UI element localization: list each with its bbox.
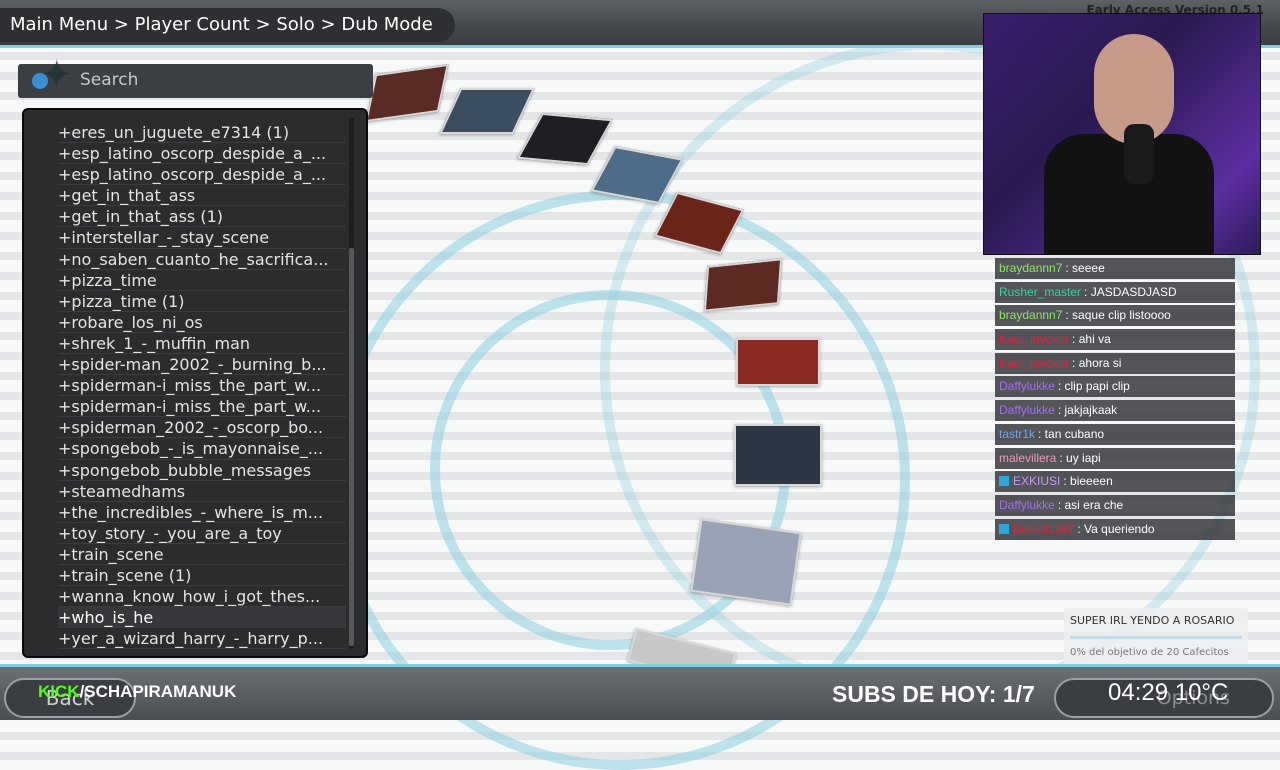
goal-subtitle: 0% del objetivo de 20 Cafecitos — [1070, 647, 1229, 658]
donation-goal-widget: SUPER IRL YENDO A ROSARIO 0% del objetiv… — [1064, 608, 1248, 666]
song-list-item[interactable]: +get_in_that_ass (1) — [58, 206, 346, 228]
breadcrumb: Main Menu > Player Count > Solo > Dub Mo… — [0, 8, 455, 42]
chat-username: malevillera — [999, 450, 1057, 465]
webcam-overlay — [983, 13, 1261, 255]
song-list-item[interactable]: +no_saben_cuanto_he_sacrifica... — [58, 249, 346, 270]
chat-message: Rusher_master: JASDASDJASD — [995, 281, 1235, 303]
song-list-item[interactable]: +spongebob_bubble_messages — [58, 460, 346, 481]
song-list-item[interactable]: +spider-man_2002_-_burning_b... — [58, 354, 346, 376]
chat-message: malevillera: uy iapi — [995, 447, 1235, 469]
chat-text: : ahora si — [1072, 355, 1122, 370]
song-list-item[interactable]: +spiderman_2002_-_oscorp_bo... — [58, 417, 346, 439]
chat-message: EXKIUSI: bieeeen — [995, 471, 1235, 493]
chat-username: Rusher_master — [999, 284, 1082, 299]
chat-badge-icon — [999, 476, 1009, 487]
song-list-item[interactable]: +toy_story_-_you_are_a_toy — [58, 523, 346, 544]
song-list: +eres_un_juguete_e7314 (1) +esp_latino_os… — [58, 122, 346, 650]
chat-username: Darkel1987 — [1013, 521, 1075, 536]
song-list-item[interactable]: +the_incredibles_-_where_is_m... — [58, 502, 346, 523]
album-tile[interactable] — [703, 258, 783, 312]
song-list-item[interactable]: +shrek_1_-_muffin_man — [58, 333, 346, 355]
song-list-item[interactable]: +who_is_he — [58, 607, 346, 629]
chat-username: Kael_Invoker — [999, 332, 1070, 347]
chat-text: : jakjajkaak — [1057, 403, 1118, 418]
song-list-item[interactable]: +steamedhams — [58, 481, 346, 502]
chat-message: Daffylukke: asi era che — [995, 494, 1235, 516]
mascot-icon: ✦ — [40, 52, 74, 98]
album-tile[interactable] — [439, 88, 535, 134]
chat-text: : saque clip listoooo — [1065, 308, 1171, 323]
kick-channel-name: /SCHAPIRAMANUK — [79, 682, 237, 701]
chat-text: : Va queriendo — [1077, 521, 1155, 536]
chat-message: braydannn7: saque clip listoooo — [995, 305, 1235, 327]
kick-logo: KICK — [38, 682, 80, 701]
chat-badge-icon — [999, 523, 1009, 534]
chat-message: Darkel1987: Va queriendo — [995, 518, 1235, 540]
song-list-item[interactable]: +train_scene — [58, 544, 346, 565]
goal-progress-bar — [1070, 636, 1242, 639]
song-list-item[interactable]: +interstellar_-_stay_scene — [58, 227, 346, 249]
scrollbar-thumb[interactable] — [349, 248, 354, 646]
album-tile[interactable] — [734, 424, 822, 486]
clock-weather: 04:29 10°C — [1108, 679, 1229, 706]
goal-title: SUPER IRL YENDO A ROSARIO — [1070, 614, 1235, 627]
song-list-panel: +eres_un_juguete_e7314 (1) +esp_latino_os… — [22, 108, 368, 658]
chat-text: : ahi va — [1072, 332, 1111, 347]
song-list-item[interactable]: +esp_latino_oscorp_despide_a_... — [58, 143, 346, 165]
album-tile[interactable] — [365, 63, 449, 123]
chat-username: braydannn7 — [999, 308, 1063, 323]
subs-counter: SUBS DE HOY: 1/7 — [832, 681, 1035, 707]
song-list-item[interactable]: +eres_un_juguete_e7314 (1) — [58, 122, 346, 144]
song-list-item[interactable]: +yer_a_wizard_harry_-_harry_p... — [58, 628, 346, 650]
chat-message: tastr1k: tan cubano — [995, 423, 1235, 445]
album-tile[interactable] — [516, 112, 614, 166]
song-list-item[interactable]: +spiderman-i_miss_the_part_w... — [58, 396, 346, 418]
chat-text: : asi era che — [1057, 497, 1124, 512]
chat-username: tastr1k — [999, 426, 1036, 441]
song-list-item[interactable]: +spongebob_-_is_mayonnaise_... — [58, 438, 346, 460]
chat-message: braydannn7: seeee — [995, 258, 1235, 279]
chat-message: Daffylukke: jakjajkaak — [995, 400, 1235, 422]
chat-username: Daffylukke — [999, 403, 1055, 418]
song-list-item[interactable]: +get_in_that_ass — [58, 185, 346, 207]
song-list-item[interactable]: +pizza_time (1) — [58, 291, 346, 312]
chat-text: : uy iapi — [1059, 450, 1101, 465]
microphone-icon — [1124, 124, 1154, 184]
chat-message: Kael_Invoker: ahora si — [995, 352, 1235, 374]
chat-username: Daffylukke — [999, 379, 1055, 394]
song-list-item[interactable]: +train_scene (1) — [58, 565, 346, 587]
chat-text: : tan cubano — [1038, 426, 1105, 441]
song-list-item[interactable]: +pizza_time — [58, 270, 346, 291]
chat-message: Daffylukke: clip papi clip — [995, 376, 1235, 398]
chat-overlay: braydannn7: seeee Rusher_master: JASDASDJ… — [995, 258, 1235, 542]
song-list-item[interactable]: +wanna_know_how_i_got_thes... — [58, 586, 346, 608]
chat-username: EXKIUSI — [1013, 474, 1061, 489]
song-list-item[interactable]: +esp_latino_oscorp_despide_a_... — [58, 164, 346, 186]
chat-username: Kael_Invoker — [999, 355, 1070, 370]
chat-text: : seeee — [1065, 261, 1105, 275]
chat-text: : JASDASDJASD — [1084, 284, 1177, 299]
album-tile[interactable] — [690, 518, 802, 606]
song-list-item[interactable]: +robare_los_ni_os — [58, 312, 346, 333]
bottom-bar: Back KICK/SCHAPIRAMANUK SUBS DE HOY: 1/7… — [0, 664, 1280, 720]
album-tile[interactable] — [736, 338, 820, 386]
chat-text: : clip papi clip — [1057, 379, 1130, 394]
chat-text: : bieeeen — [1063, 474, 1113, 489]
chat-username: braydannn7 — [999, 261, 1063, 275]
kick-channel-label: KICK/SCHAPIRAMANUK — [38, 682, 236, 702]
chat-message: Kael_Invoker: ahi va — [995, 329, 1235, 351]
chat-username: Daffylukke — [999, 497, 1055, 512]
search-input[interactable]: Search — [80, 70, 138, 90]
song-list-item[interactable]: +spiderman-i_miss_the_part_w... — [58, 375, 346, 397]
